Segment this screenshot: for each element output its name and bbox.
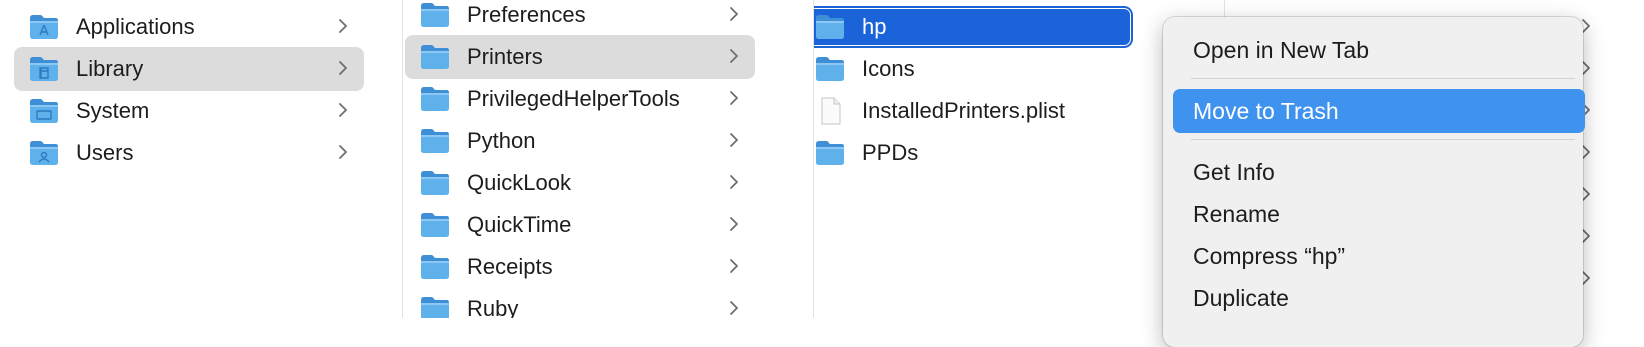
chevron-right-icon [727,297,741,318]
folder-row-python[interactable]: Python [405,119,755,163]
menu-item-label: Rename [1193,200,1280,227]
folder-icon [419,1,451,29]
folder-row-preferences[interactable]: Preferences [405,0,755,37]
chevron-right-icon [727,3,741,25]
chevron-right-icon [727,129,741,151]
column-library: Preferences Printers PrivilegedHelperTools… [403,0,813,318]
chevron-right-icon [727,255,741,277]
menu-item-get-info[interactable]: Get Info [1173,150,1585,194]
menu-item-label: Compress “hp” [1193,242,1346,269]
folder-row-printers[interactable]: Printers [405,35,755,79]
folder-icon [814,139,846,167]
item-label: hp [862,14,887,39]
item-label: QuickLook [467,170,571,195]
item-label: Receipts [467,254,553,279]
item-label: Python [467,128,536,153]
folder-icon [419,43,451,71]
menu-item-move-to-trash[interactable]: Move to Trash [1173,89,1585,133]
menu-item-open-in-new-tab[interactable]: Open in New Tab [1173,28,1585,72]
folder-icon [419,85,451,113]
menu-separator [1191,78,1575,79]
folder-icon [419,127,451,155]
folder-row-receipts[interactable]: Receipts [405,245,755,289]
item-label: Preferences [467,2,586,27]
chevron-right-icon [336,99,350,121]
folder-row-privilegedhelpertools[interactable]: PrivilegedHelperTools [405,77,755,121]
item-label: Applications [76,14,195,39]
column-root: Applications Library System Users [0,0,402,318]
folder-icon [419,169,451,197]
folder-row-library[interactable]: Library [14,47,364,91]
folder-row-applications[interactable]: Applications [14,5,364,49]
item-label: PrivilegedHelperTools [467,86,680,111]
menu-item-label: Get Info [1193,158,1275,185]
item-label: Printers [467,44,543,69]
folder-row-users[interactable]: Users [14,131,364,175]
menu-separator [1191,139,1575,140]
folder-row-hp[interactable]: hp [814,6,1133,48]
file-row-installedprinters-plist[interactable]: InstalledPrinters.plist [814,89,1130,133]
folder-icon [814,13,846,41]
system-folder-icon [28,97,60,125]
item-label: Users [76,140,134,165]
menu-item-rename[interactable]: Rename [1173,192,1585,236]
item-label: Library [76,56,144,81]
chevron-right-icon [336,15,350,37]
folder-icon [419,295,451,318]
menu-item-compress-hp[interactable]: Compress “hp” [1173,234,1585,278]
item-label: InstalledPrinters.plist [862,98,1065,123]
users-folder-icon [28,139,60,167]
folder-row-ppds[interactable]: PPDs [814,131,1130,175]
document-icon [814,97,846,125]
folder-icon [419,211,451,239]
chevron-right-icon [336,57,350,79]
chevron-right-icon [727,171,741,193]
chevron-right-icon [727,87,741,109]
folder-row-icons[interactable]: Icons [814,47,1130,91]
library-folder-icon [28,55,60,83]
item-label: PPDs [862,140,919,165]
menu-item-label: Move to Trash [1193,97,1339,124]
chevron-right-icon [727,213,741,235]
menu-item-duplicate[interactable]: Duplicate [1173,276,1585,320]
menu-item-label: Open in New Tab [1193,36,1370,63]
folder-row-ruby[interactable]: Ruby [405,287,755,318]
folder-icon [814,55,846,83]
folder-icon [419,253,451,281]
item-label: QuickTime [467,212,572,237]
item-label: Icons [862,56,915,81]
folder-row-system[interactable]: System [14,89,364,133]
context-menu: Open in New Tab Move to Trash Get Info Rena… [1163,17,1585,347]
item-label: System [76,98,150,123]
menu-item-label: Duplicate [1193,284,1289,311]
item-label: Ruby [467,296,519,318]
folder-row-quicktime[interactable]: QuickTime [405,203,755,247]
chevron-right-icon [727,45,741,67]
folder-row-quicklook[interactable]: QuickLook [405,161,755,205]
chevron-right-icon [336,141,350,163]
applications-folder-icon [28,13,60,41]
